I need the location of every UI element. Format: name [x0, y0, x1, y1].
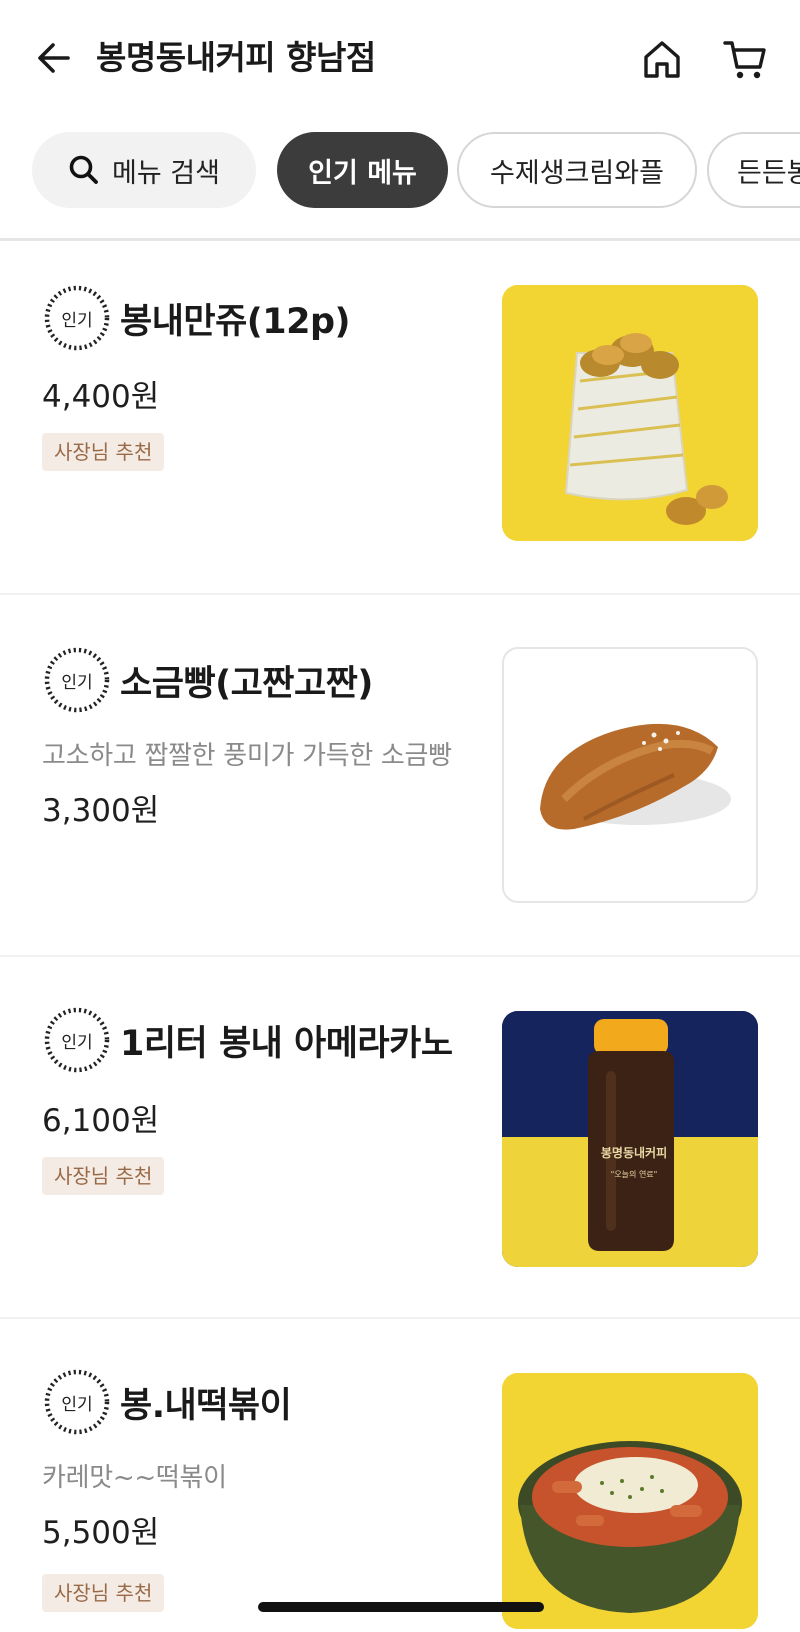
- menu-item[interactable]: 인기 1리터 봉내 아메라카노 6,100원 사장님 추천 봉명동내커피 "오늘…: [0, 957, 800, 1317]
- menu-search-button[interactable]: 메뉴 검색: [32, 132, 256, 208]
- item-price: 5,500원: [42, 1515, 160, 1551]
- item-name: 봉.내떡볶이: [120, 1385, 292, 1426]
- salt-bread-illustration: [540, 723, 731, 830]
- item-image: [502, 647, 758, 903]
- tab-hearty-bong[interactable]: 든든봉: [707, 132, 800, 208]
- cart-button[interactable]: [718, 34, 772, 84]
- page-title: 봉명동내커피 향남점: [96, 38, 376, 77]
- popular-badge: 인기: [42, 1005, 112, 1075]
- menu-item[interactable]: 인기 봉내만쥬(12p) 4,400원 사장님 추천: [0, 241, 800, 593]
- back-button[interactable]: [30, 34, 78, 82]
- owner-recommend-tag: 사장님 추천: [42, 1157, 165, 1195]
- menu-search-label: 메뉴 검색: [112, 157, 220, 189]
- arrow-left-icon: [38, 43, 70, 73]
- popular-badge-label: 인기: [61, 672, 93, 693]
- tab-popular-menu[interactable]: 인기 메뉴: [277, 132, 448, 208]
- owner-recommend-tag: 사장님 추천: [42, 1574, 165, 1612]
- popular-badge-label: 인기: [61, 310, 93, 331]
- top-bar: 봉명동내커피 향남점: [0, 0, 800, 116]
- home-indicator: [258, 1602, 544, 1612]
- item-price: 4,400원: [42, 379, 160, 415]
- menu-item[interactable]: 인기 소금빵(고짠고짠) 고소하고 짭짤한 풍미가 가득한 소금빵 3,300원: [0, 595, 800, 955]
- item-title-row: 인기 봉.내떡볶이: [42, 1367, 292, 1437]
- item-price: 6,100원: [42, 1103, 160, 1139]
- popular-badge: 인기: [42, 645, 112, 715]
- popular-badge: 인기: [42, 283, 112, 353]
- owner-recommend-tag: 사장님 추천: [42, 433, 165, 471]
- home-icon: [644, 41, 680, 78]
- item-description: 고소하고 짭짤한 풍미가 가득한 소금빵: [42, 741, 452, 771]
- item-name: 봉내만쥬(12p): [120, 301, 351, 342]
- item-title-row: 인기 1리터 봉내 아메라카노: [42, 1005, 453, 1075]
- cart-icon: [723, 41, 766, 79]
- bottle-sub-label: "오늘의 연료": [611, 1169, 658, 1179]
- item-title-row: 인기 소금빵(고짠고짠): [42, 645, 373, 715]
- item-price: 3,300원: [42, 793, 160, 829]
- popular-badge: 인기: [42, 1367, 112, 1437]
- search-icon: [69, 155, 98, 184]
- tteokbokki-bowl-illustration: [502, 1373, 758, 1629]
- popular-badge-label: 인기: [61, 1394, 93, 1415]
- bottle-brand-label: 봉명동내커피: [601, 1145, 667, 1160]
- madeleine-bag-illustration: [502, 285, 758, 541]
- category-chips: 메뉴 검색 인기 메뉴 수제생크림와플 든든봉: [0, 116, 800, 240]
- home-button[interactable]: [636, 34, 688, 84]
- popular-badge-label: 인기: [61, 1032, 93, 1053]
- item-description: 카레맛~~떡볶이: [42, 1463, 227, 1493]
- menu-item[interactable]: 인기 봉.내떡볶이 카레맛~~떡볶이 5,500원 사장님 추천: [0, 1319, 800, 1632]
- item-image: 봉명동내커피 "오늘의 연료": [502, 1011, 758, 1267]
- item-title-row: 인기 봉내만쥬(12p): [42, 283, 351, 353]
- tab-handmade-waffle[interactable]: 수제생크림와플: [457, 132, 697, 208]
- item-image: [502, 285, 758, 541]
- coffee-bottle-illustration: 봉명동내커피 "오늘의 연료": [502, 1011, 758, 1267]
- item-name: 1리터 봉내 아메라카노: [120, 1023, 453, 1064]
- item-image: [502, 1373, 758, 1629]
- item-name: 소금빵(고짠고짠): [120, 663, 373, 704]
